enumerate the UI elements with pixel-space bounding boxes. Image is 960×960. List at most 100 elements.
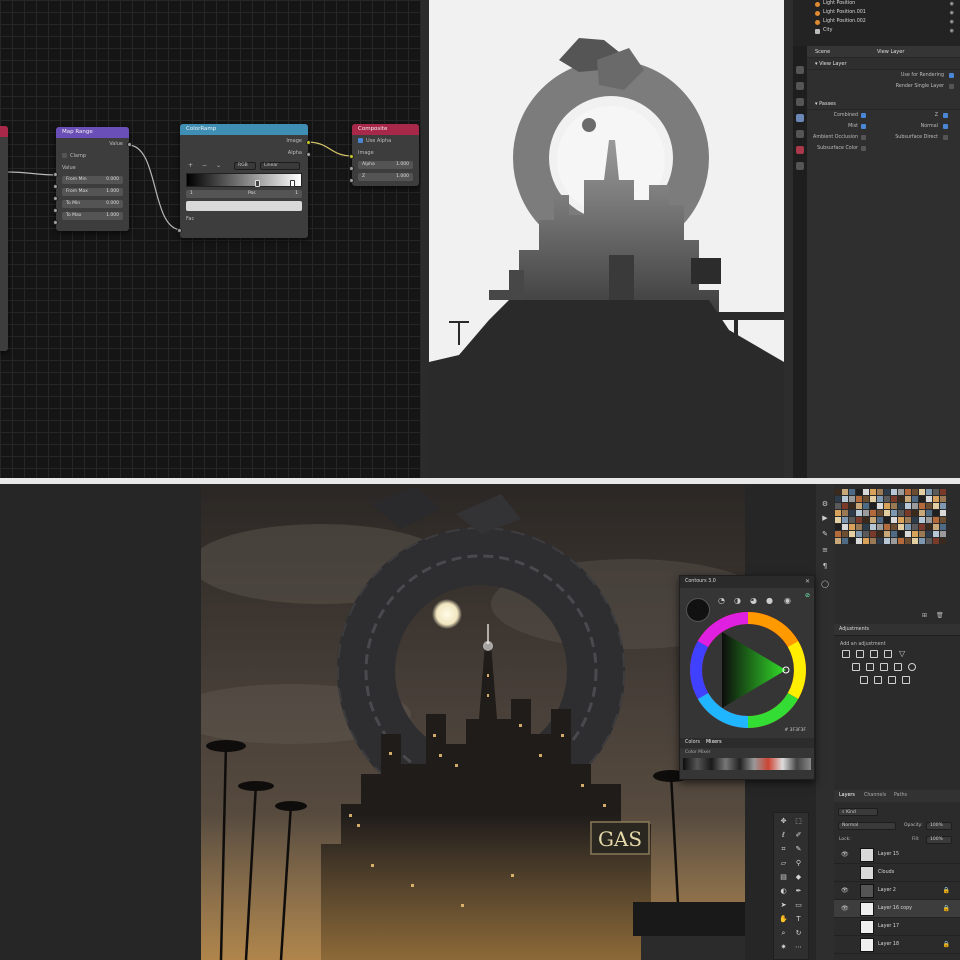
swatch-cell[interactable] bbox=[870, 531, 876, 537]
swatch-cell[interactable] bbox=[835, 496, 841, 502]
swatch-cell[interactable] bbox=[898, 531, 904, 537]
swatch-cell[interactable] bbox=[884, 517, 890, 523]
curves-icon[interactable] bbox=[870, 650, 878, 658]
swatch-cell[interactable] bbox=[863, 489, 869, 495]
color-panel-titlebar[interactable]: Contours 3.0 ✕ bbox=[680, 576, 814, 588]
path-select-icon[interactable]: ➤ bbox=[779, 901, 788, 910]
input-socket[interactable] bbox=[53, 220, 58, 225]
swatch-cell[interactable] bbox=[849, 531, 855, 537]
layer-row[interactable]: 👁 Layer 2 🔒 bbox=[834, 882, 960, 900]
partial-node-left[interactable] bbox=[0, 126, 8, 351]
outliner-item-light-position-001[interactable]: Light Position.001 ◉ bbox=[793, 9, 960, 18]
swatch-cell[interactable] bbox=[933, 510, 939, 516]
swatch-cell[interactable] bbox=[884, 531, 890, 537]
swatch-cell[interactable] bbox=[891, 524, 897, 530]
output-socket[interactable] bbox=[306, 140, 311, 145]
lasso-icon[interactable]: ℓ bbox=[779, 831, 788, 840]
swatch-cell[interactable] bbox=[856, 531, 862, 537]
render-single-layer-checkbox[interactable] bbox=[949, 84, 954, 89]
swatch-cell[interactable] bbox=[905, 538, 911, 544]
swatch-cell[interactable] bbox=[835, 524, 841, 530]
color-ramp-gradient[interactable] bbox=[186, 173, 302, 187]
swatch-cell[interactable] bbox=[870, 510, 876, 516]
input-socket[interactable] bbox=[349, 154, 354, 159]
input-socket[interactable] bbox=[53, 208, 58, 213]
swatch-cell[interactable] bbox=[905, 517, 911, 523]
posterize-icon[interactable] bbox=[874, 676, 882, 684]
marquee-icon[interactable]: ⬚ bbox=[794, 817, 803, 826]
swatch-cell[interactable] bbox=[870, 503, 876, 509]
swatch-cell[interactable] bbox=[933, 538, 939, 544]
swatch-cell[interactable] bbox=[898, 489, 904, 495]
eyedropper-icon[interactable]: ✐ bbox=[794, 831, 803, 840]
swatch-cell[interactable] bbox=[863, 538, 869, 544]
swatch-cell[interactable] bbox=[940, 538, 946, 544]
swatch-cell[interactable] bbox=[912, 496, 918, 502]
use-alpha-checkbox[interactable] bbox=[358, 138, 363, 143]
eraser-icon[interactable]: ▱ bbox=[779, 859, 788, 868]
color-tool-icon[interactable]: ◔ bbox=[718, 596, 725, 605]
swatch-cell[interactable] bbox=[856, 496, 862, 502]
swatch-cell[interactable] bbox=[863, 517, 869, 523]
swatch-cell[interactable] bbox=[842, 510, 848, 516]
swatch-cell[interactable] bbox=[940, 524, 946, 530]
object-tab-icon[interactable] bbox=[796, 162, 804, 170]
swatch-cell[interactable] bbox=[835, 503, 841, 509]
swatch-cell[interactable] bbox=[877, 510, 883, 516]
zoom-icon[interactable]: ⌕ bbox=[779, 929, 788, 938]
pass-checkbox[interactable] bbox=[861, 146, 866, 151]
swatch-cell[interactable] bbox=[835, 510, 841, 516]
swatch-cell[interactable] bbox=[891, 496, 897, 502]
swatch-cell[interactable] bbox=[898, 524, 904, 530]
more-tools-icon[interactable]: ⋯ bbox=[794, 943, 803, 952]
scene-tab-icon[interactable] bbox=[796, 130, 804, 138]
input-socket[interactable] bbox=[53, 196, 58, 201]
swatch-cell[interactable] bbox=[842, 496, 848, 502]
swatch-cell[interactable] bbox=[863, 503, 869, 509]
map-range-from-max[interactable]: From Max 1.000 bbox=[56, 186, 129, 198]
swatch-cell[interactable] bbox=[898, 510, 904, 516]
swatch-cell[interactable] bbox=[849, 503, 855, 509]
composite-alpha-field[interactable]: Alpha 1.000 bbox=[352, 159, 419, 171]
swatch-cell[interactable] bbox=[898, 503, 904, 509]
adjustments-tab[interactable]: Adjustments bbox=[834, 624, 960, 636]
swatch-cell[interactable] bbox=[891, 531, 897, 537]
map-range-to-max[interactable]: To Max 1.000 bbox=[56, 210, 129, 222]
swatch-cell[interactable] bbox=[933, 503, 939, 509]
swatch-cell[interactable] bbox=[842, 517, 848, 523]
viewport-scrollbar[interactable] bbox=[784, 0, 793, 478]
view-layer-tab-icon[interactable] bbox=[796, 114, 804, 122]
swatch-cell[interactable] bbox=[905, 510, 911, 516]
input-socket[interactable] bbox=[53, 184, 58, 189]
play-icon[interactable]: ▶ bbox=[821, 514, 829, 522]
swatch-cell[interactable] bbox=[891, 510, 897, 516]
channel-mixer-icon[interactable] bbox=[908, 663, 916, 671]
swatch-cell[interactable] bbox=[870, 517, 876, 523]
rotate-icon[interactable]: ↻ bbox=[794, 929, 803, 938]
swatch-cell[interactable] bbox=[891, 538, 897, 544]
scene-label[interactable]: Scene bbox=[815, 49, 830, 55]
swatch-cell[interactable] bbox=[884, 510, 890, 516]
pass-checkbox[interactable] bbox=[861, 124, 866, 129]
swatch-cell[interactable] bbox=[849, 510, 855, 516]
layer-row[interactable]: Layer 17 bbox=[834, 918, 960, 936]
hand-icon[interactable]: ✋ bbox=[779, 915, 788, 924]
use-for-rendering-row[interactable]: Use for Rendering bbox=[807, 70, 960, 81]
exposure-icon[interactable] bbox=[884, 650, 892, 658]
color-wheel-panel[interactable]: Contours 3.0 ✕ ◔ ◑ ◕ ● ◉ ⊘ # 3F3F3F Colo… bbox=[679, 575, 815, 780]
color-balance-icon[interactable] bbox=[866, 663, 874, 671]
composite-z-field[interactable]: Z 1.000 bbox=[352, 171, 419, 183]
swatch-cell[interactable] bbox=[835, 538, 841, 544]
swatch-cell[interactable] bbox=[856, 538, 862, 544]
swatch-cell[interactable] bbox=[877, 517, 883, 523]
move-icon[interactable]: ✥ bbox=[779, 817, 788, 826]
new-swatch-icon[interactable]: ⊞ bbox=[922, 612, 927, 619]
swatch-cell[interactable] bbox=[870, 489, 876, 495]
eye-icon[interactable]: ◉ bbox=[950, 10, 954, 16]
swatch-cell[interactable] bbox=[835, 517, 841, 523]
swatch-cell[interactable] bbox=[919, 531, 925, 537]
shape-icon[interactable]: ▭ bbox=[794, 901, 803, 910]
dodge-icon[interactable]: ◐ bbox=[779, 887, 788, 896]
swatch-cell[interactable] bbox=[849, 524, 855, 530]
swatch-cell[interactable] bbox=[905, 531, 911, 537]
